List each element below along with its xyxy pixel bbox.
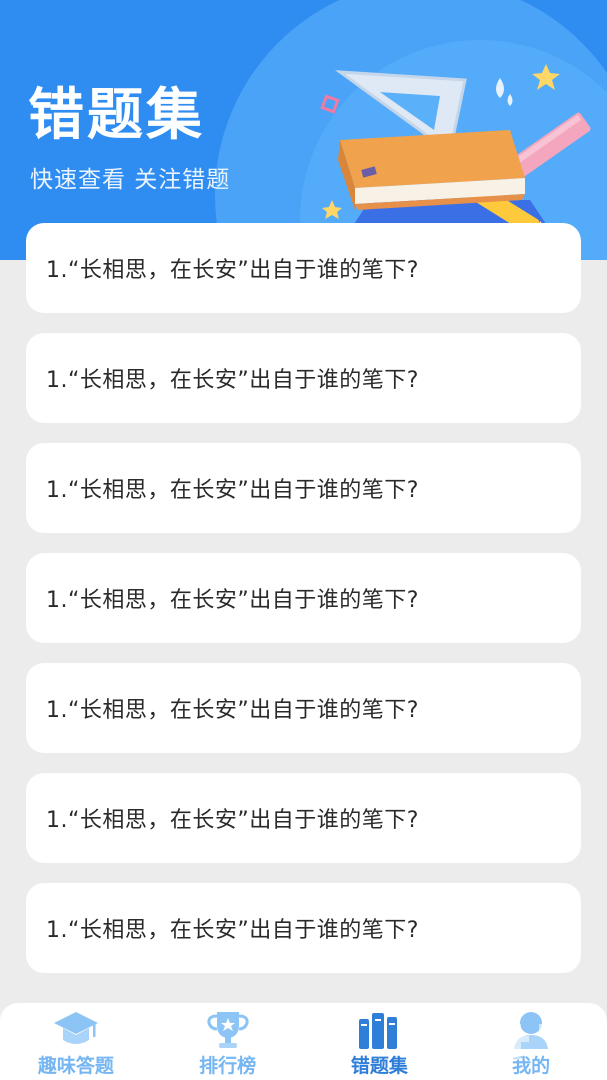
question-text: 1.“长相思，在长安”出自于谁的笔下? bbox=[46, 698, 419, 723]
nav-label: 排行榜 bbox=[199, 1055, 257, 1077]
question-card[interactable]: 1.“长相思，在长安”出自于谁的笔下? bbox=[26, 773, 581, 863]
question-card[interactable]: 1.“长相思，在长安”出自于谁的笔下? bbox=[26, 333, 581, 423]
nav-label: 趣味答题 bbox=[37, 1055, 114, 1077]
nav-label: 错题集 bbox=[350, 1055, 408, 1077]
question-text: 1.“长相思，在长安”出自于谁的笔下? bbox=[46, 808, 419, 833]
question-card[interactable]: 1.“长相思，在长安”出自于谁的笔下? bbox=[26, 553, 581, 643]
page-title: 错题集 bbox=[28, 83, 205, 148]
header-banner: 错题集 快速查看 关注错题 bbox=[0, 0, 607, 260]
question-card[interactable]: 1.“长相思，在长安”出自于谁的笔下? bbox=[26, 883, 581, 973]
question-text: 1.“长相思，在长安”出自于谁的笔下? bbox=[46, 478, 419, 503]
graduation-cap-icon bbox=[51, 1009, 101, 1051]
trophy-icon bbox=[203, 1009, 253, 1051]
question-card[interactable]: 1.“长相思，在长安”出自于谁的笔下? bbox=[26, 223, 581, 313]
watermark-logo bbox=[459, 1022, 597, 1062]
question-text: 1.“长相思，在长安”出自于谁的笔下? bbox=[46, 918, 419, 943]
question-text: 1.“长相思，在长安”出自于谁的笔下? bbox=[46, 368, 419, 393]
nav-item-leaderboard[interactable]: 排行榜 bbox=[152, 1003, 304, 1080]
wrong-question-list: 1.“长相思，在长安”出自于谁的笔下? 1.“长相思，在长安”出自于谁的笔下? … bbox=[26, 223, 581, 993]
nav-item-wrong-questions[interactable]: 错题集 bbox=[304, 1003, 456, 1080]
question-text: 1.“长相思，在长安”出自于谁的笔下? bbox=[46, 588, 419, 613]
book-illustration bbox=[320, 64, 591, 230]
question-card[interactable]: 1.“长相思，在长安”出自于谁的笔下? bbox=[26, 443, 581, 533]
question-text: 1.“长相思，在长安”出自于谁的笔下? bbox=[46, 258, 419, 283]
question-card[interactable]: 1.“长相思，在长安”出自于谁的笔下? bbox=[26, 663, 581, 753]
page-subtitle: 快速查看 关注错题 bbox=[30, 167, 231, 193]
nav-item-quiz[interactable]: 趣味答题 bbox=[0, 1003, 152, 1080]
books-icon bbox=[354, 1009, 404, 1051]
